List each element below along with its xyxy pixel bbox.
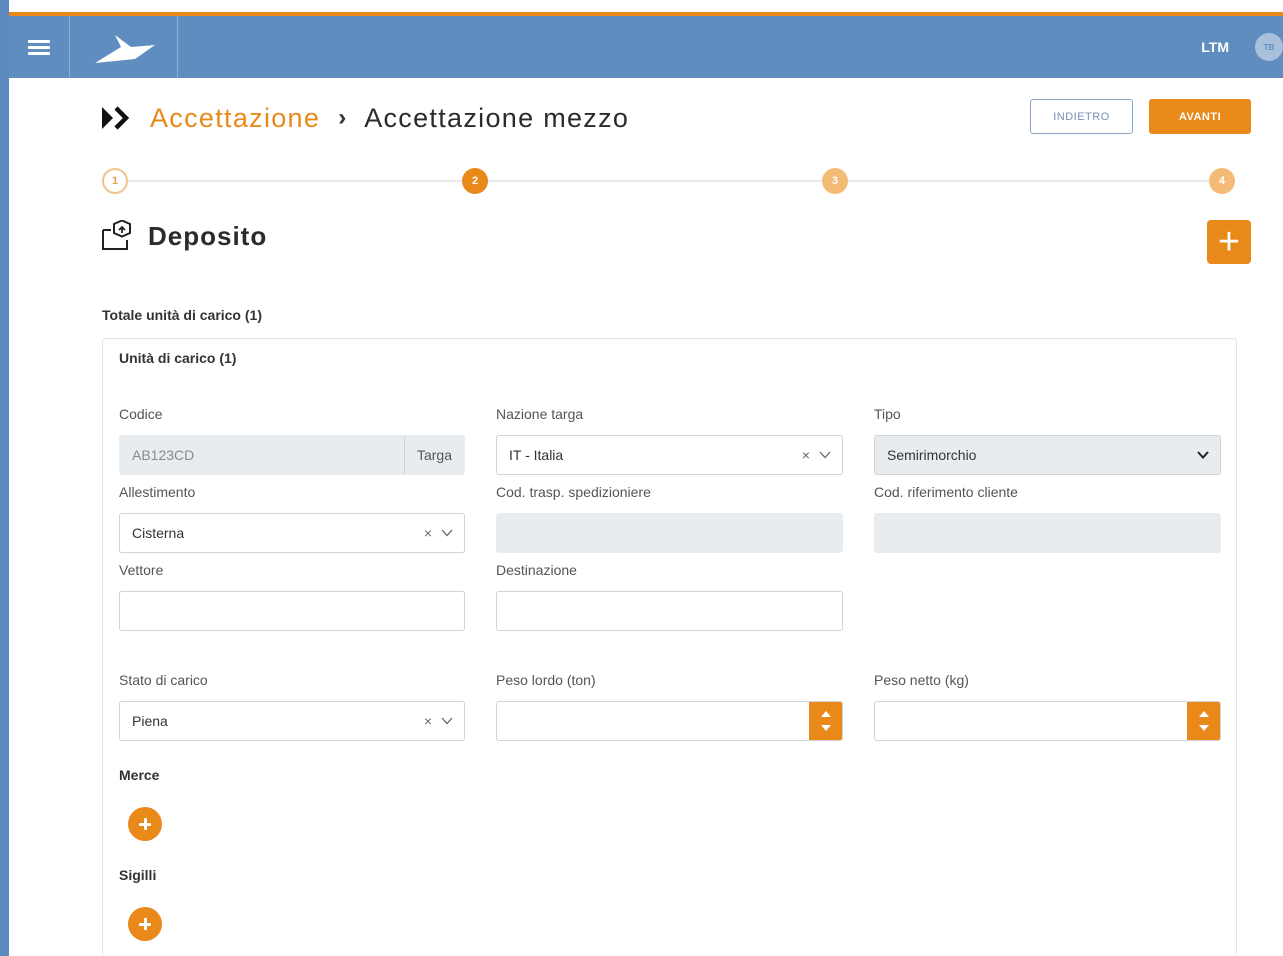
- deposit-icon: [102, 220, 131, 250]
- add-merce-button[interactable]: [128, 807, 162, 841]
- breadcrumb: Accettazione › Accettazione mezzo: [100, 100, 629, 136]
- next-button[interactable]: AVANTI: [1149, 99, 1251, 134]
- breadcrumb-parent-link[interactable]: Accettazione: [150, 103, 320, 134]
- merce-label: Merce: [119, 767, 160, 783]
- stato-select[interactable]: Piena ×: [119, 701, 465, 741]
- nazione-label: Nazione targa: [496, 406, 584, 422]
- peso-netto-label: Peso netto (kg): [874, 672, 969, 688]
- allestimento-value: Cisterna: [132, 525, 185, 541]
- peso-lordo-stepper[interactable]: [809, 702, 842, 740]
- section-header: Deposito: [100, 220, 267, 252]
- plus-icon: [139, 918, 151, 930]
- logo-icon: [94, 35, 155, 63]
- codice-label: Codice: [119, 406, 163, 422]
- targa-addon: Targa: [403, 436, 464, 474]
- plus-icon: [139, 818, 151, 830]
- chevron-down-icon[interactable]: [440, 714, 454, 728]
- sigilli-label: Sigilli: [119, 867, 157, 883]
- cod-trasp-label: Cod. trasp. spedizioniere: [496, 484, 651, 500]
- step-3[interactable]: 3: [822, 168, 848, 194]
- cod-trasp-field: [496, 513, 843, 553]
- wizard-stepper: 1 2 3 4: [102, 167, 1236, 195]
- step-4[interactable]: 4: [1209, 168, 1235, 194]
- section-title: Deposito: [148, 220, 268, 251]
- page-title: Accettazione mezzo: [364, 102, 630, 133]
- step-1[interactable]: 1: [102, 168, 128, 194]
- allestimento-label: Allestimento: [119, 484, 196, 500]
- tipo-value: Semirimorchio: [887, 447, 977, 463]
- add-deposit-button[interactable]: +: [1207, 220, 1251, 264]
- vettore-input[interactable]: [119, 591, 465, 631]
- spin-up-icon[interactable]: [1198, 710, 1209, 717]
- nazione-value: IT - Italia: [509, 447, 564, 463]
- allestimento-select[interactable]: Cisterna ×: [119, 513, 465, 553]
- spin-down-icon[interactable]: [1198, 725, 1209, 732]
- chevron-down-icon[interactable]: [1196, 448, 1210, 462]
- breadcrumb-chevrons-icon: [102, 106, 130, 130]
- clear-icon[interactable]: ×: [424, 525, 432, 541]
- peso-lordo-label: Peso lordo (ton): [496, 672, 596, 688]
- menu-icon: [28, 37, 50, 58]
- stato-label: Stato di carico: [119, 672, 208, 688]
- app-logo[interactable]: [70, 16, 178, 78]
- peso-lordo-input[interactable]: [496, 701, 843, 741]
- breadcrumb-separator: ›: [338, 104, 347, 131]
- top-bar: LTM TB: [9, 16, 1283, 78]
- spin-down-icon[interactable]: [820, 725, 831, 732]
- cod-rif-label: Cod. riferimento cliente: [874, 484, 1018, 500]
- card-title: Unità di carico (1): [119, 350, 237, 366]
- add-sigillo-button[interactable]: [128, 907, 162, 941]
- stepper-line: [116, 180, 1222, 182]
- tipo-label: Tipo: [874, 406, 901, 422]
- user-abbreviation[interactable]: LTM: [1201, 39, 1229, 55]
- cod-rif-field: [874, 513, 1221, 553]
- menu-button[interactable]: [9, 16, 70, 78]
- spin-up-icon[interactable]: [820, 710, 831, 717]
- total-units-label: Totale unità di carico (1): [102, 307, 262, 323]
- vettore-label: Vettore: [119, 562, 164, 578]
- codice-value: AB123CD: [132, 447, 195, 463]
- nazione-select[interactable]: IT - Italia ×: [496, 435, 843, 475]
- stato-value: Piena: [132, 713, 168, 729]
- chevron-down-icon[interactable]: [818, 448, 832, 462]
- back-button[interactable]: INDIETRO: [1030, 99, 1133, 134]
- peso-netto-input[interactable]: [874, 701, 1221, 741]
- step-2-active[interactable]: 2: [462, 168, 488, 194]
- destinazione-input[interactable]: [496, 591, 843, 631]
- codice-field: AB123CD Targa: [119, 435, 465, 475]
- load-unit-card: Unità di carico (1) Codice AB123CD Targa…: [102, 338, 1237, 956]
- window-frame-left: [0, 0, 9, 956]
- clear-icon[interactable]: ×: [802, 447, 810, 463]
- destinazione-label: Destinazione: [496, 562, 577, 578]
- tipo-select[interactable]: Semirimorchio: [874, 435, 1221, 475]
- chevron-down-icon[interactable]: [440, 526, 454, 540]
- peso-netto-stepper[interactable]: [1187, 702, 1220, 740]
- clear-icon[interactable]: ×: [424, 713, 432, 729]
- avatar[interactable]: TB: [1255, 33, 1283, 61]
